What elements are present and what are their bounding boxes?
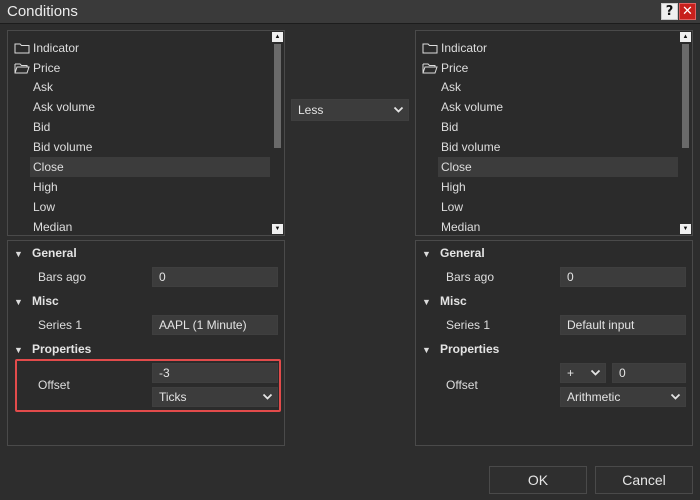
right-tree-panel[interactable]: Indicator Price Ask Ask volume Bid Bid v… (415, 30, 693, 236)
window-title: Conditions (7, 3, 78, 20)
cancel-button[interactable]: Cancel (595, 466, 693, 494)
section-label: Misc (440, 294, 467, 308)
scroll-thumb[interactable] (682, 44, 689, 148)
scroll-down-icon[interactable]: ▼ (680, 224, 691, 234)
caret-down-icon: ▼ (422, 345, 431, 355)
series-input[interactable]: Default input (560, 315, 686, 335)
right-tree-item-price[interactable]: Price (422, 58, 468, 78)
offset-sign-select[interactable]: + (560, 363, 606, 383)
chevron-down-icon (590, 364, 601, 387)
section-label: Properties (440, 342, 500, 356)
title-bar: Conditions ? ✕ (0, 0, 700, 24)
section-properties[interactable]: ▼ Properties (422, 339, 499, 359)
left-tree-item-price[interactable]: Price (14, 58, 60, 78)
section-label: General (32, 246, 77, 260)
left-tree-item-low[interactable]: Low (33, 197, 55, 217)
section-label: General (440, 246, 485, 260)
caret-down-icon: ▼ (14, 297, 23, 307)
close-button[interactable]: ✕ (679, 3, 696, 20)
series-label: Series 1 (446, 318, 491, 332)
series-label: Series 1 (38, 318, 83, 332)
tree-item-label: Price (33, 61, 61, 75)
section-misc[interactable]: ▼ Misc (422, 291, 467, 311)
left-tree-item-close[interactable]: Close (30, 157, 270, 177)
caret-down-icon: ▼ (422, 249, 431, 259)
offset-type-value: Arithmetic (567, 390, 621, 404)
left-properties-panel: ▼ General Bars ago 0 ▼ Misc Series 1 AAPL … (7, 240, 285, 446)
tree-item-label: Indicator (33, 41, 80, 55)
offset-sign-value: + (567, 366, 575, 380)
right-properties-panel: ▼ General Bars ago 0 ▼ Misc Series 1 Defau… (415, 240, 693, 446)
scroll-up-icon[interactable]: ▲ (680, 32, 691, 42)
right-tree-item-high[interactable]: High (441, 177, 466, 197)
left-tree-item-median[interactable]: Median (33, 217, 72, 235)
left-tree-item-bid[interactable]: Bid (33, 117, 50, 137)
section-label: Properties (32, 342, 92, 356)
tree-item-label: Indicator (441, 41, 488, 55)
left-tree-item-ask-volume[interactable]: Ask volume (33, 97, 95, 117)
section-general[interactable]: ▼ General (422, 243, 485, 263)
chevron-down-icon (670, 388, 681, 411)
chevron-down-icon (393, 100, 404, 126)
tree-item-label: Price (441, 61, 469, 75)
folder-open-icon (422, 63, 438, 74)
offset-type-select[interactable]: Arithmetic (560, 387, 686, 407)
bars-ago-label: Bars ago (38, 270, 87, 284)
caret-down-icon: ▼ (14, 345, 23, 355)
right-tree-item-close[interactable]: Close (438, 157, 678, 177)
right-tree-item-indicator[interactable]: Indicator (422, 38, 487, 58)
bars-ago-input[interactable]: 0 (152, 267, 278, 287)
right-tree-item-ask-volume[interactable]: Ask volume (441, 97, 503, 117)
section-properties[interactable]: ▼ Properties (14, 339, 91, 359)
offset-highlight-box (15, 359, 281, 412)
caret-down-icon: ▼ (422, 297, 431, 307)
left-tree-scrollbar[interactable]: ▲ ▼ (272, 32, 283, 234)
ok-button[interactable]: OK (489, 466, 587, 494)
left-tree-item-bid-volume[interactable]: Bid volume (33, 137, 92, 157)
section-misc[interactable]: ▼ Misc (14, 291, 59, 311)
left-tree-panel[interactable]: Indicator Price Ask Ask volume Bid Bid v… (7, 30, 285, 236)
right-tree-item-median[interactable]: Median (441, 217, 480, 235)
section-label: Misc (32, 294, 59, 308)
right-tree-item-ask[interactable]: Ask (441, 77, 461, 97)
right-tree-item-bid[interactable]: Bid (441, 117, 458, 137)
right-tree-item-bid-volume[interactable]: Bid volume (441, 137, 500, 157)
caret-down-icon: ▼ (14, 249, 23, 259)
right-tree-item-low[interactable]: Low (441, 197, 463, 217)
operator-select[interactable]: Less (291, 99, 409, 121)
right-tree-scrollbar[interactable]: ▲ ▼ (680, 32, 691, 234)
help-button[interactable]: ? (661, 3, 678, 20)
offset-input[interactable]: 0 (612, 363, 686, 383)
left-tree-item-indicator[interactable]: Indicator (14, 38, 79, 58)
offset-label: Offset (446, 378, 478, 392)
bars-ago-label: Bars ago (446, 270, 495, 284)
folder-open-icon (14, 63, 30, 74)
bars-ago-input[interactable]: 0 (560, 267, 686, 287)
series-input[interactable]: AAPL (1 Minute) (152, 315, 278, 335)
scroll-up-icon[interactable]: ▲ (272, 32, 283, 42)
scroll-thumb[interactable] (274, 44, 281, 148)
scroll-down-icon[interactable]: ▼ (272, 224, 283, 234)
folder-icon (14, 43, 30, 54)
operator-value: Less (298, 103, 324, 117)
left-tree-item-high[interactable]: High (33, 177, 58, 197)
folder-icon (422, 43, 438, 54)
section-general[interactable]: ▼ General (14, 243, 77, 263)
left-tree-item-ask[interactable]: Ask (33, 77, 53, 97)
